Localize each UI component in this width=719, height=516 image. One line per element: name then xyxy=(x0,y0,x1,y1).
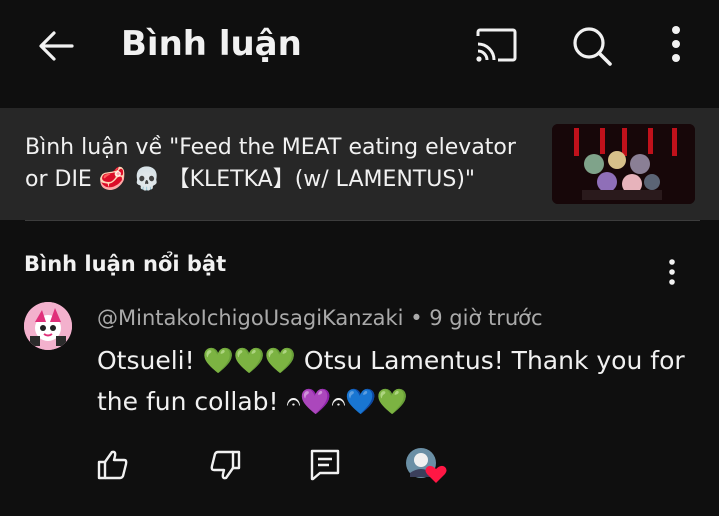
comment-time: 9 giờ trước xyxy=(429,306,543,330)
divider xyxy=(25,220,700,221)
video-banner[interactable]: Bình luận về "Feed the MEAT eating eleva… xyxy=(0,108,719,220)
more-vert-icon[interactable] xyxy=(660,258,684,288)
page-title: Bình luận xyxy=(121,24,302,64)
avatar-image xyxy=(24,302,72,350)
video-thumbnail[interactable] xyxy=(552,124,695,204)
avatar[interactable] xyxy=(24,302,72,350)
thumbnail-image xyxy=(552,124,695,204)
comment-meta: @MintakoIchigoUsagiKanzaki • 9 giờ trước xyxy=(97,306,543,330)
like-icon[interactable] xyxy=(96,448,130,482)
section-title: Bình luận nổi bật xyxy=(24,252,227,276)
meta-separator: • xyxy=(410,306,423,330)
dislike-icon[interactable] xyxy=(208,448,242,482)
video-caption: Bình luận về "Feed the MEAT eating eleva… xyxy=(25,135,516,192)
comment-author[interactable]: @MintakoIchigoUsagiKanzaki xyxy=(97,306,404,330)
more-vert-icon[interactable] xyxy=(664,24,688,68)
comment-text: Otsueli! 💚💚💚 Otsu Lamentus! Thank you fo… xyxy=(97,346,685,416)
reply-icon[interactable] xyxy=(308,448,342,482)
cast-icon[interactable] xyxy=(474,26,518,66)
creator-heart-icon[interactable] xyxy=(404,447,448,485)
back-arrow-icon[interactable] xyxy=(36,26,76,66)
search-icon[interactable] xyxy=(570,24,614,68)
top-app-bar: Bình luận xyxy=(0,0,719,92)
